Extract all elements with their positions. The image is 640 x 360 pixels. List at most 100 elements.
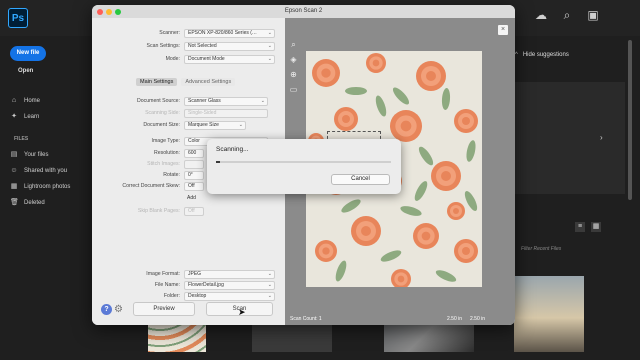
document-source-row: Document Source: Scanner Glass ⌄ — [92, 97, 285, 106]
flower-shape — [426, 71, 436, 81]
document-size-select[interactable]: Marquee Size ⌄ — [184, 121, 246, 130]
sidebar-item-lightroom[interactable]: ▦ Lightroom photos — [10, 180, 71, 194]
flower-shape — [441, 171, 451, 181]
list-view-icon[interactable]: ≡ — [575, 222, 585, 232]
sidebar-item-your-files[interactable]: ▤ Your files — [10, 148, 49, 162]
mode-row: Mode: Document Mode ⌄ — [92, 55, 285, 64]
dimension-readout: 2.50 in 2.50 in — [447, 316, 485, 322]
width-readout: 2.50 in — [447, 316, 463, 322]
flower-shape — [322, 247, 330, 255]
flower-shape — [421, 231, 431, 241]
image-format-select[interactable]: JPEG ⌄ — [184, 270, 275, 279]
sidebar-item-label: Learn — [24, 114, 40, 120]
view-toggle: ≡ ▦ — [575, 222, 601, 232]
stitch-images-select — [184, 160, 204, 169]
scanning-status: Scanning... — [216, 146, 249, 153]
add-edit-row: Add — [92, 195, 285, 204]
leaf-shape — [375, 95, 387, 117]
chevron-right-icon[interactable]: › — [600, 133, 603, 142]
window-minimize-icon[interactable] — [106, 9, 112, 15]
suggestion-panel — [515, 82, 625, 194]
leaf-shape — [466, 140, 476, 162]
window-close-icon[interactable] — [97, 9, 103, 15]
cancel-button[interactable]: Cancel — [331, 174, 390, 185]
document-source-select[interactable]: Scanner Glass ⌄ — [184, 97, 268, 106]
tab-advanced-settings[interactable]: Advanced Settings — [181, 78, 236, 86]
scanning-progress-dialog: Scanning... Cancel — [207, 139, 401, 194]
leaf-shape — [345, 87, 367, 95]
skew-select[interactable]: Off — [184, 182, 204, 191]
scanner-select[interactable]: EPSON XP-820/860 Series (… ⌄ — [184, 29, 275, 38]
flower-shape — [462, 117, 470, 125]
leaf-shape — [380, 250, 402, 262]
leaf-shape — [392, 87, 410, 105]
trash-icon: 🗑 — [10, 199, 19, 206]
leaf-shape — [335, 260, 347, 282]
scanning-side-select: Single-Sided — [184, 109, 268, 118]
mouse-cursor-icon: ➤ — [238, 307, 246, 317]
gear-icon[interactable]: ⚙ — [114, 304, 125, 315]
tab-main-settings[interactable]: Main Settings — [136, 78, 178, 86]
file-name-select[interactable]: FlowerDetail.jpg ⌄ — [184, 281, 275, 290]
preview-button[interactable]: Preview — [133, 302, 195, 316]
home-icon: ⌂ — [11, 97, 17, 104]
leaf-shape — [418, 146, 434, 166]
flower-shape — [397, 275, 405, 283]
photoshop-logo: Ps — [8, 8, 28, 28]
skip-blank-row: Skip Blank Pages: Off — [92, 207, 285, 216]
flower-shape — [361, 226, 371, 236]
sidebar-item-label: Home — [24, 98, 41, 104]
lightroom-icon: ▦ — [10, 183, 18, 190]
sidebar-item-label: Your files — [24, 152, 49, 158]
search-icon[interactable]: ⌕ — [560, 8, 574, 22]
flower-shape — [372, 59, 380, 67]
mode-select[interactable]: Document Mode ⌄ — [184, 55, 275, 64]
flower-shape — [400, 120, 412, 132]
close-icon[interactable]: × — [498, 25, 508, 35]
zoom-icon[interactable]: ⌕ — [289, 40, 298, 49]
new-file-button[interactable]: New file — [10, 46, 46, 61]
top-bar-icons: ☁ ⌕ ▣ — [534, 8, 600, 22]
sidebar-item-label: Deleted — [24, 200, 45, 206]
rotate-icon[interactable]: ◈ — [289, 55, 298, 64]
add-edit-checkbox[interactable]: Add — [184, 195, 204, 204]
rotate-select[interactable]: 0° — [184, 171, 204, 180]
gift-icon[interactable]: ▣ — [586, 8, 600, 22]
sidebar-item-home[interactable]: ⌂ Home — [10, 94, 40, 108]
progress-fill — [216, 161, 220, 163]
file-icon: ▤ — [10, 151, 18, 158]
preview-tools: ⌕ ◈ ⊕ ▭ — [289, 40, 298, 94]
help-icon[interactable]: ? — [101, 304, 112, 315]
settings-tabs: Main Settings Advanced Settings — [136, 78, 236, 86]
window-zoom-icon[interactable] — [115, 9, 121, 15]
scrollbar[interactable] — [628, 40, 632, 200]
files-section-heading: FILES — [14, 136, 29, 142]
flower-shape — [342, 115, 350, 123]
open-button[interactable]: Open — [18, 68, 33, 74]
flower-shape — [321, 68, 331, 78]
marquee-icon[interactable]: ▭ — [289, 85, 298, 94]
add-marquee-icon[interactable]: ⊕ — [289, 70, 298, 79]
image-format-row: Image Format: JPEG ⌄ — [92, 270, 285, 279]
sidebar-item-learn[interactable]: ✦ Learn — [10, 110, 39, 124]
scanner-row: Scanner: EPSON XP-820/860 Series (… ⌄ — [92, 29, 285, 38]
flower-shape — [462, 247, 470, 255]
leaf-shape — [414, 181, 428, 201]
scanning-side-row: Scanning Side: Single-Sided — [92, 109, 285, 118]
leaf-shape — [464, 191, 478, 211]
progress-bar — [216, 161, 391, 163]
scan-count: Scan Count: 1 — [290, 316, 322, 322]
dialog-title: Epson Scan 2 — [92, 5, 515, 18]
sidebar-item-deleted[interactable]: 🗑 Deleted — [10, 196, 45, 210]
sidebar-item-shared[interactable]: ☺ Shared with you — [10, 164, 67, 178]
recent-file-thumbnail[interactable] — [514, 276, 584, 352]
grid-view-icon[interactable]: ▦ — [591, 222, 601, 232]
document-size-row: Document Size: Marquee Size ⌄ — [92, 121, 285, 130]
sidebar-item-label: Shared with you — [24, 168, 68, 174]
cloud-icon[interactable]: ☁ — [534, 8, 548, 22]
hide-suggestions-button[interactable]: ^ Hide suggestions — [515, 52, 569, 58]
scan-settings-select[interactable]: Not Selected ⌄ — [184, 42, 275, 51]
filter-recent-files[interactable]: Filter Recent Files — [521, 246, 561, 252]
resolution-select[interactable]: 600 — [184, 149, 204, 158]
scan-settings-row: Scan Settings: Not Selected ⌄ — [92, 42, 285, 51]
